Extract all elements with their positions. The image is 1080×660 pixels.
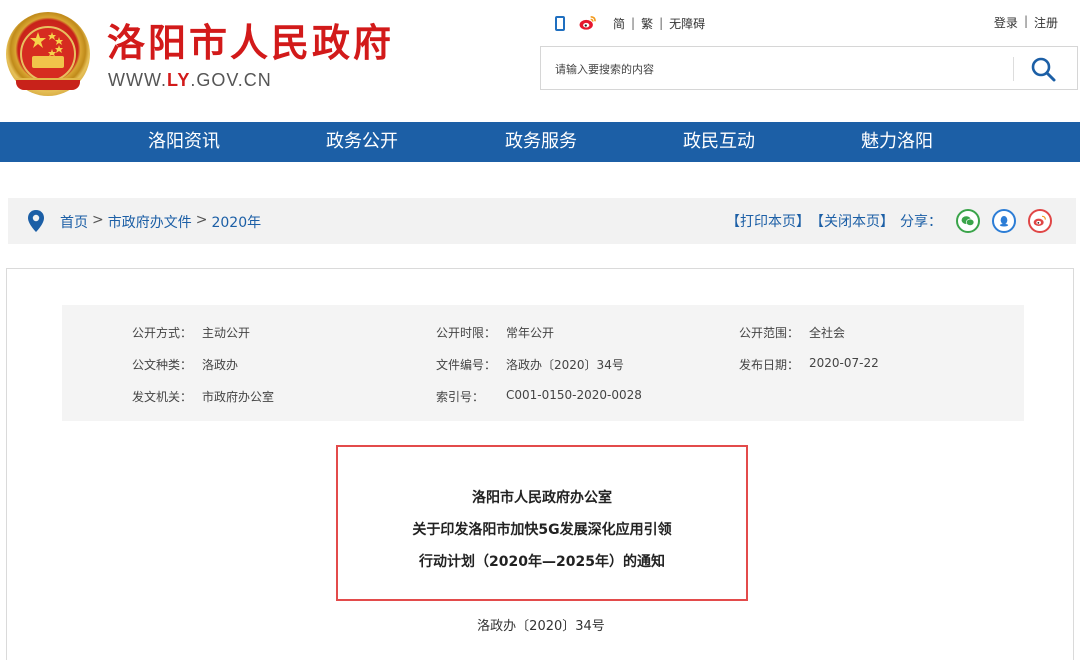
share-label: 分享： <box>900 214 942 230</box>
mobile-phone-icon[interactable] <box>555 15 565 31</box>
document-title-line: 行动计划（2020年—2025年）的通知 <box>419 554 665 570</box>
search-divider <box>1013 57 1014 81</box>
breadcrumb-municipal-office-docs[interactable]: 市政府办文件 <box>108 212 192 232</box>
metadata-value: 洛政办 <box>202 358 239 372</box>
wechat-glyph-icon <box>961 216 975 226</box>
register-link[interactable]: 注册 <box>1034 14 1058 31</box>
search-box <box>540 46 1078 90</box>
metadata-cell: 公开方式： 主动公开 <box>132 324 250 341</box>
qq-share-icon[interactable] <box>992 209 1016 233</box>
page-actions: 【打印本页】 【关闭本页】 分享： <box>726 209 1052 233</box>
emblem-ribbon <box>16 78 80 90</box>
metadata-cell: 发文机关： 市政府办公室 <box>132 388 274 405</box>
nav-item-luoyang-news[interactable]: 洛阳资讯 <box>128 122 240 162</box>
metadata-value: 主动公开 <box>202 326 251 340</box>
emblem-stars-icon <box>30 32 63 56</box>
breadcrumb-home[interactable]: 首页 <box>60 212 88 232</box>
emblem-gate <box>32 56 64 68</box>
site-url[interactable]: WWW.LY.GOV.CN <box>108 70 272 91</box>
accessibility-link[interactable]: 无障碍 <box>669 15 705 32</box>
site-name[interactable]: 洛阳市人民政府 <box>107 20 394 66</box>
close-page-button[interactable]: 【关闭本页】 <box>810 211 894 231</box>
document-metadata: 公开方式： 主动公开 公开时限： 常年公开 公开范围： 全社会 公文种类： 洛政… <box>62 305 1024 421</box>
weibo-glyph-icon <box>1033 215 1046 226</box>
main-nav: 洛阳资讯 政务公开 政务服务 政民互动 魅力洛阳 <box>0 122 1080 162</box>
metadata-cell: 索引号： C001-0150-2020-0028 <box>436 388 642 405</box>
metadata-value: 市政府办公室 <box>202 390 275 404</box>
auth-separator: | <box>1023 14 1028 28</box>
weibo-share-icon[interactable] <box>1028 209 1052 233</box>
breadcrumb: 首页 > 市政府办文件 > 2020年 <box>60 212 261 232</box>
metadata-row: 发文机关： 市政府办公室 索引号： C001-0150-2020-0028 <box>62 388 1024 408</box>
nav-item-public-interaction[interactable]: 政民互动 <box>663 122 775 162</box>
metadata-value: 常年公开 <box>506 326 555 340</box>
metadata-cell: 公开时限： 常年公开 <box>436 324 554 341</box>
metadata-label: 公开范围： <box>739 326 800 340</box>
search-input[interactable] <box>555 59 995 79</box>
weibo-icon[interactable] <box>579 15 597 31</box>
print-page-button[interactable]: 【打印本页】 <box>726 211 810 231</box>
qq-glyph-icon <box>999 216 1009 227</box>
site-url-prefix: WWW. <box>108 70 167 90</box>
breadcrumb-separator: > <box>195 212 208 228</box>
metadata-cell: 文件编号： 洛政办〔2020〕34号 <box>436 356 624 373</box>
metadata-label: 公文种类： <box>132 358 193 372</box>
metadata-cell: 发布日期： 2020-07-22 <box>739 356 879 373</box>
metadata-value: 全社会 <box>809 326 846 340</box>
login-link[interactable]: 登录 <box>994 14 1018 31</box>
metadata-cell: 公文种类： 洛政办 <box>132 356 238 373</box>
wechat-share-icon[interactable] <box>956 209 980 233</box>
site-header: 洛阳市人民政府 WWW.LY.GOV.CN 简 | 繁 | 无障碍 登录 | 注… <box>0 0 1080 122</box>
simplified-chinese-link[interactable]: 简 <box>613 15 625 32</box>
header-toolbar: 简 | 繁 | 无障碍 <box>555 14 705 32</box>
nav-item-charming-luoyang[interactable]: 魅力洛阳 <box>841 122 953 162</box>
metadata-value: 2020-07-22 <box>809 356 879 370</box>
metadata-value: 洛政办〔2020〕34号 <box>506 358 624 372</box>
location-pin-icon <box>28 210 44 232</box>
nav-item-government-services[interactable]: 政务服务 <box>485 122 597 162</box>
national-emblem-icon[interactable] <box>6 12 90 96</box>
metadata-label: 公开方式： <box>132 326 193 340</box>
metadata-label: 发布日期： <box>739 358 800 372</box>
toolbar-separator: | <box>631 16 636 30</box>
breadcrumb-bar: 首页 > 市政府办文件 > 2020年 【打印本页】 【关闭本页】 分享： <box>8 198 1076 244</box>
metadata-row: 公开方式： 主动公开 公开时限： 常年公开 公开范围： 全社会 <box>62 324 1024 344</box>
metadata-label: 发文机关： <box>132 390 193 404</box>
search-icon[interactable] <box>1029 55 1057 83</box>
metadata-label: 索引号： <box>436 390 485 404</box>
document-title-line: 洛阳市人民政府办公室 <box>472 490 612 506</box>
metadata-label: 文件编号： <box>436 358 497 372</box>
metadata-label: 公开时限： <box>436 326 497 340</box>
toolbar-separator: | <box>659 16 664 30</box>
metadata-value: C001-0150-2020-0028 <box>506 388 642 402</box>
auth-links: 登录 | 注册 <box>994 14 1058 31</box>
metadata-cell: 公开范围： 全社会 <box>739 324 845 341</box>
site-url-suffix: .GOV.CN <box>190 70 272 90</box>
document-number: 洛政办〔2020〕34号 <box>477 619 605 634</box>
nav-item-government-affairs-disclosure[interactable]: 政务公开 <box>306 122 418 162</box>
metadata-row: 公文种类： 洛政办 文件编号： 洛政办〔2020〕34号 发布日期： 2020-… <box>62 356 1024 376</box>
document-title-line: 关于印发洛阳市加快5G发展深化应用引领 <box>412 522 672 538</box>
breadcrumb-year-2020[interactable]: 2020年 <box>211 212 261 232</box>
site-url-highlight: LY <box>166 70 191 90</box>
document-title-box: 洛阳市人民政府办公室 关于印发洛阳市加快5G发展深化应用引领 行动计划（2020… <box>336 445 748 601</box>
article-content: 公开方式： 主动公开 公开时限： 常年公开 公开范围： 全社会 公文种类： 洛政… <box>6 268 1074 660</box>
traditional-chinese-link[interactable]: 繁 <box>641 15 653 32</box>
breadcrumb-separator: > <box>92 212 104 228</box>
